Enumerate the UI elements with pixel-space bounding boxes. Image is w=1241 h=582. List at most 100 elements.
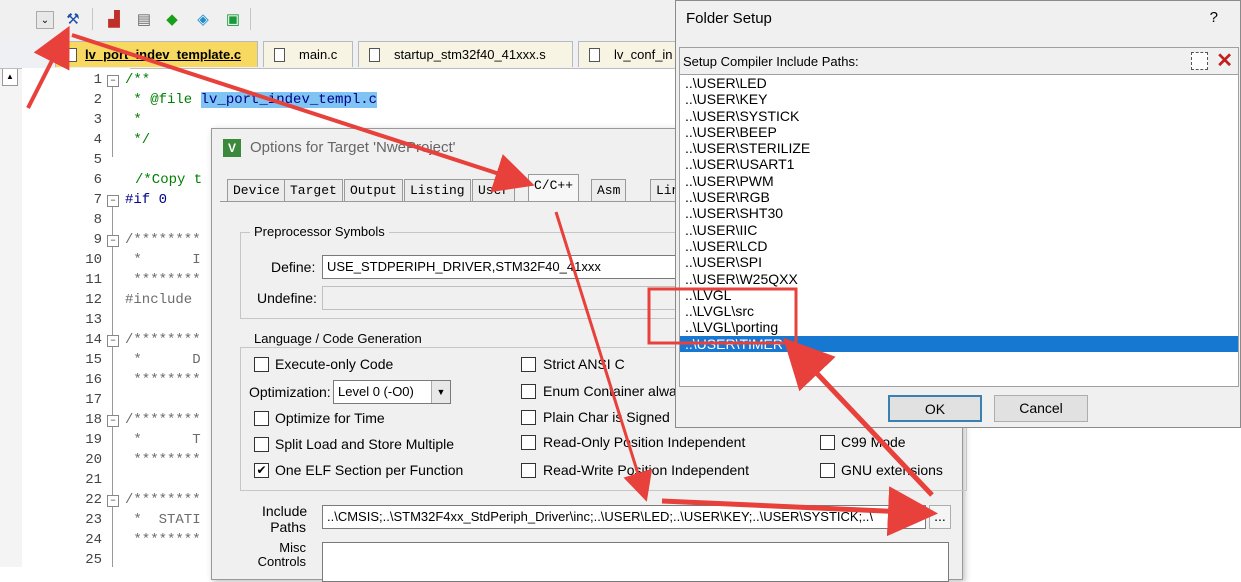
tab-c-cpp[interactable]: C/C++ [528, 174, 580, 202]
include-path-list[interactable]: ..\USER\LED ..\USER\KEY ..\USER\SYSTICK … [679, 75, 1239, 387]
file-icon [589, 47, 600, 62]
file-tab-label: lv_port_indev_template.c [85, 47, 242, 62]
file-tab-label: startup_stm32f40_41xxx.s [394, 47, 546, 62]
include-paths-header: Setup Compiler Include Paths: ✕ [679, 47, 1239, 75]
include-paths-input[interactable]: ..\CMSIS;..\STM32F4xx_StdPeriph_Driver\i… [322, 505, 926, 529]
list-item[interactable]: ..\LVGL [680, 287, 1238, 303]
plain-char-checkbox[interactable] [521, 410, 536, 425]
execute-only-checkbox[interactable] [254, 357, 269, 372]
list-item[interactable]: ..\USER\IIC [680, 222, 1238, 238]
code-line: #if 0 [125, 192, 167, 208]
optimization-value: Level 0 (-O0) [338, 384, 414, 399]
list-item[interactable]: ..\USER\SYSTICK [680, 108, 1238, 124]
list-item[interactable]: ..\USER\KEY [680, 91, 1238, 107]
optimization-label: Optimization: [249, 384, 331, 400]
strict-ansi-label: Strict ANSI C [543, 356, 625, 372]
list-item[interactable]: ..\USER\RGB [680, 189, 1238, 205]
include-paths-header-label: Setup Compiler Include Paths: [683, 54, 859, 69]
file-tab-label: lv_conf_in [614, 47, 673, 62]
gnu-extensions-checkbox[interactable] [820, 463, 835, 478]
execute-only-label: Execute-only Code [275, 356, 394, 372]
optimize-time-checkbox[interactable] [254, 411, 269, 426]
help-button[interactable]: ? [1210, 9, 1218, 26]
cancel-button[interactable]: Cancel [994, 395, 1088, 422]
new-folder-icon[interactable] [1191, 52, 1208, 70]
misc-controls-input[interactable] [322, 542, 949, 582]
file-tab-lv-port-indev[interactable]: lv_port_indev_template.c [55, 41, 258, 67]
gnu-extensions-label: GNU extensions [841, 462, 943, 478]
list-item[interactable]: ..\USER\BEEP [680, 124, 1238, 140]
list-item[interactable]: ..\LVGL\porting [680, 319, 1238, 335]
select-packs-icon[interactable]: ▣ [223, 9, 243, 29]
tab-device[interactable]: Device [227, 179, 286, 201]
optimize-time-label: Optimize for Time [275, 410, 385, 426]
keyword: #if [125, 192, 151, 208]
code-line: */ [125, 132, 151, 148]
one-elf-label: One ELF Section per Function [275, 462, 464, 478]
misc-label-line: Misc [279, 540, 306, 555]
code-line: #include [125, 292, 193, 308]
code-line: /******** [125, 412, 201, 428]
ro-position-checkbox[interactable] [521, 435, 536, 450]
list-item[interactable]: ..\USER\LED [680, 75, 1238, 91]
code-line: * [125, 112, 142, 128]
include-label-line: Paths [270, 519, 306, 535]
code-line: * I [125, 252, 201, 268]
dropdown-icon[interactable]: ⌄ [36, 11, 54, 29]
tab-listing[interactable]: Listing [404, 179, 471, 201]
file-tab-strip: lv_port_indev_template.c main.c startup_… [0, 38, 680, 69]
code-line: * STATI [125, 512, 201, 528]
ok-button[interactable]: OK [888, 395, 982, 422]
code-line: * D [125, 352, 201, 368]
dialog-title: Options for Target 'NweProject' [250, 139, 456, 156]
optimization-select[interactable]: Level 0 (-O0) ▼ [333, 380, 451, 404]
list-item[interactable]: ..\USER\SPI [680, 254, 1238, 270]
pack-installer-icon[interactable]: ◈ [193, 9, 213, 29]
list-item[interactable]: ..\USER\SHT30 [680, 205, 1238, 221]
code-line: /******** [125, 492, 201, 508]
preprocessor-group-label: Preprocessor Symbols [250, 224, 389, 239]
tab-asm[interactable]: Asm [591, 179, 627, 201]
chevron-down-icon: ▼ [431, 381, 450, 403]
manage-components-icon[interactable]: ▟ [104, 9, 124, 29]
file-icon [274, 47, 285, 62]
list-item[interactable]: ..\USER\W25QXX [680, 271, 1238, 287]
list-item[interactable]: ..\USER\STERILIZE [680, 140, 1238, 156]
browse-include-button[interactable]: ... [929, 505, 951, 529]
code-line: * @file lv_port_indev_templ.c [125, 92, 378, 108]
c99-mode-checkbox[interactable] [820, 435, 835, 450]
file-tab-lv-conf[interactable]: lv_conf_in [578, 41, 680, 67]
project-items-icon[interactable]: ▤ [134, 9, 154, 29]
options-for-target-icon[interactable]: ⚒ [63, 9, 83, 29]
list-item[interactable]: ..\USER\LCD [680, 238, 1238, 254]
plain-char-label: Plain Char is Signed [543, 409, 670, 425]
file-tab-label: main.c [299, 47, 338, 62]
file-tab-startup[interactable]: startup_stm32f40_41xxx.s [358, 41, 573, 67]
dialog-title: Folder Setup [686, 10, 772, 27]
code-line: ******** [125, 532, 201, 548]
run-icon[interactable]: ◆ [162, 9, 182, 29]
folder-setup-dialog: Folder Setup ? Setup Compiler Include Pa… [675, 0, 1241, 428]
list-item[interactable]: ..\USER\USART1 [680, 156, 1238, 172]
list-item[interactable]: ..\LVGL\src [680, 303, 1238, 319]
code-fragment: * @file [125, 92, 201, 108]
code-line: ******** [125, 272, 201, 288]
ro-position-label: Read-Only Position Independent [543, 434, 746, 450]
tab-output[interactable]: Output [344, 179, 403, 201]
enum-container-checkbox[interactable] [521, 384, 536, 399]
rw-position-checkbox[interactable] [521, 463, 536, 478]
strict-ansi-checkbox[interactable] [521, 357, 536, 372]
code-line: /******** [125, 332, 201, 348]
tab-target[interactable]: Target [284, 179, 343, 201]
keil-logo-icon: V [223, 139, 241, 157]
toolbar-separator [92, 8, 93, 30]
file-icon [369, 47, 380, 62]
one-elf-checkbox[interactable]: ✔ [254, 463, 269, 478]
list-item[interactable]: ..\USER\PWM [680, 173, 1238, 189]
enum-container-label: Enum Container always [543, 383, 691, 399]
tab-user[interactable]: User [472, 179, 516, 201]
delete-icon[interactable]: ✕ [1216, 48, 1233, 73]
file-tab-main[interactable]: main.c [263, 41, 353, 67]
split-load-checkbox[interactable] [254, 437, 269, 452]
list-item-selected[interactable]: ..\USER\TIMER [680, 335, 1238, 353]
